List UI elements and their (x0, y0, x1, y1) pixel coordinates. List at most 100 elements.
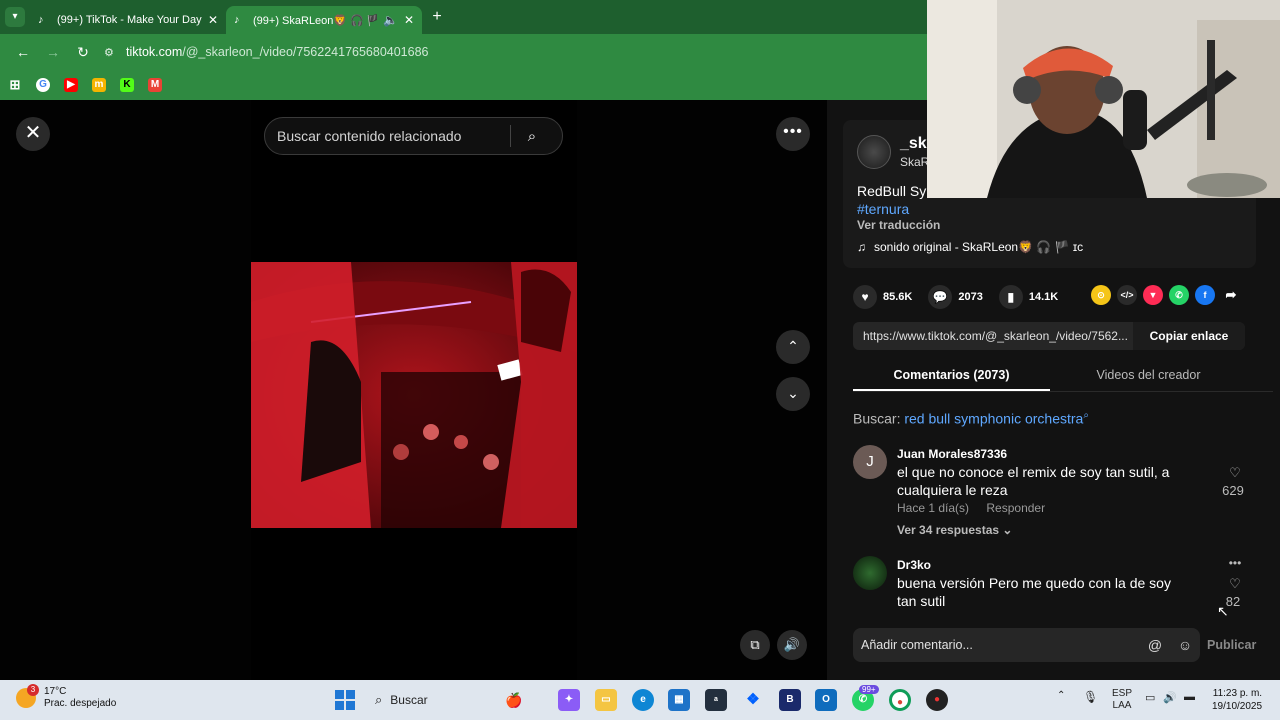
music-note-icon: ♫ (857, 240, 866, 254)
reply-button[interactable]: Responder (986, 501, 1045, 515)
outlook-icon[interactable]: O (815, 689, 837, 711)
network-icon[interactable]: ▭ (1145, 691, 1155, 704)
reload-button[interactable]: ↻ (68, 44, 98, 61)
send-icon[interactable]: ▼ (1143, 285, 1163, 305)
like-count: 85.6K (883, 291, 913, 303)
close-video-button[interactable]: ✕ (16, 117, 50, 151)
related-search-input[interactable] (265, 128, 510, 144)
comment-username[interactable]: Juan Morales87336 (897, 447, 1007, 461)
amazon-icon[interactable]: a (705, 689, 727, 711)
webcam-overlay (927, 0, 1280, 198)
close-tab-icon[interactable]: ✕ (404, 13, 414, 27)
search-icon[interactable]: ⌕ (511, 128, 553, 145)
next-video-button[interactable]: ⌄ (776, 377, 810, 411)
chevron-down-icon: ⌄ (1002, 523, 1013, 537)
tab-creator-videos[interactable]: Videos del creador (1050, 360, 1247, 391)
weather-condition: Prac. despejado (44, 698, 117, 709)
fruit-app-icon[interactable]: 🍎 (503, 689, 525, 711)
related-search-box: ⌕ (264, 117, 563, 155)
recorder-icon[interactable]: ● (926, 689, 948, 711)
comment-like-count: 629 (1222, 483, 1244, 498)
lang-code: ESP (1112, 688, 1133, 699)
language-indicator[interactable]: ESP LAA (1112, 688, 1132, 712)
start-button[interactable] (335, 690, 355, 710)
emoji-icon[interactable]: ☺ (1170, 637, 1200, 653)
more-options-button[interactable]: ••• (776, 117, 810, 151)
whatsapp-icon[interactable]: ✆ (1169, 285, 1189, 305)
comment-item: Dr3ko buena versión Pero me quedo con la… (853, 556, 1273, 616)
floating-player-button[interactable]: ⧉ (740, 630, 770, 660)
back-button[interactable]: ← (8, 44, 38, 60)
microphone-icon[interactable]: 🎙 (1083, 690, 1098, 704)
speaker-icon[interactable]: 🔈 (383, 13, 398, 27)
publish-button[interactable]: Publicar (1207, 638, 1256, 652)
b-app-icon[interactable]: B (779, 689, 801, 711)
mention-icon[interactable]: @ (1140, 637, 1170, 653)
temperature: 17°C (44, 686, 67, 697)
comment-time: Hace 1 día(s) (897, 501, 970, 515)
save-count: 14.1K (1028, 291, 1059, 303)
dropbox-icon[interactable]: ❖ (742, 689, 764, 711)
author-avatar[interactable] (857, 135, 891, 169)
battery-icon[interactable]: ▬ (1184, 691, 1195, 703)
file-explorer-icon[interactable]: ▭ (595, 689, 617, 711)
comment-item: J Juan Morales87336 el que no conoce el … (853, 445, 1273, 545)
chrome-icon[interactable]: ● (889, 689, 911, 711)
address-bar[interactable]: ⚙ tiktok.com/@_skarleon_/video/756224176… (104, 45, 429, 59)
copilot-icon[interactable]: ✦ (558, 689, 580, 711)
hashtag-link[interactable]: #ternura (857, 201, 909, 217)
site-info-icon[interactable]: ⚙ (104, 46, 126, 59)
new-tab-button[interactable]: + (422, 8, 452, 26)
comment-input[interactable] (853, 638, 1140, 652)
comment-text: buena versión Pero me quedo con la de so… (897, 575, 1171, 609)
volume-tray-icon[interactable]: 🔊 (1163, 691, 1177, 704)
mouse-cursor: ↖ (1217, 603, 1229, 619)
comment-button[interactable]: 💬 2073 (928, 285, 983, 309)
kick-icon[interactable]: K (120, 78, 134, 92)
engagement-stats: ♥ 85.6K 💬 2073 ▮ 14.1K (853, 285, 1074, 309)
video-player[interactable] (251, 100, 577, 680)
gmail-icon[interactable]: M (148, 78, 162, 92)
sound-link[interactable]: ♫ sonido original - SkaRLeon🦁 🎧 🏴 ɪc (857, 240, 1083, 254)
weather-sun-icon: 3 (16, 684, 39, 708)
tab-comments[interactable]: Comentarios (2073) (853, 360, 1050, 391)
share-arrow-icon[interactable]: ➦ (1221, 285, 1241, 305)
comment-username[interactable]: Dr3ko (897, 558, 931, 572)
youtube-icon[interactable]: ▶ (64, 78, 78, 92)
volume-button[interactable]: 🔊 (777, 630, 807, 660)
save-button[interactable]: ▮ 14.1K (998, 285, 1059, 309)
close-tab-icon[interactable]: ✕ (208, 13, 218, 27)
coin-icon[interactable]: ⊙ (1091, 285, 1111, 305)
store-icon[interactable]: ▦ (668, 689, 690, 711)
tab-tiktok[interactable]: ♪ (99+) TikTok - Make Your Day ✕ (30, 6, 226, 34)
view-replies-button[interactable]: Ver 34 respuestas ⌄ (897, 523, 1012, 537)
weather-widget[interactable]: 3 17°C Prac. despejado (16, 684, 117, 710)
keyboard-layout: LAA (1112, 700, 1132, 711)
tab-search-button[interactable]: ▾ (0, 0, 30, 34)
previous-video-button[interactable]: ⌃ (776, 330, 810, 364)
google-icon[interactable]: G (36, 78, 50, 92)
comment-text: el que no conoce el remix de soy tan sut… (897, 464, 1170, 498)
suggested-search[interactable]: Buscar: red bull symphonic orchestra⌕ (853, 410, 1089, 427)
edge-icon[interactable]: e (632, 689, 654, 711)
clock-date: 19/10/2025 (1212, 701, 1263, 712)
like-button[interactable]: ♥ 85.6K (853, 285, 912, 309)
system-clock[interactable]: 11:23 p. m. 19/10/2025 (1212, 687, 1262, 713)
share-url: https://www.tiktok.com/@_skarleon_/video… (863, 329, 1128, 343)
comment-like-button[interactable]: ♡ 629 (1222, 465, 1245, 498)
embed-icon[interactable]: </> (1117, 285, 1137, 305)
heart-icon: ♥ (853, 285, 877, 309)
tab-skarleon[interactable]: ♪ (99+) SkaRLeon🦁 🎧 🏴 ɪc 🔈 ✕ (226, 6, 422, 34)
commenter-avatar[interactable]: J (853, 445, 887, 479)
bookmark-m-icon[interactable]: m (92, 78, 106, 92)
comment-more-icon[interactable]: ••• (1225, 556, 1245, 570)
tray-overflow-icon[interactable]: ⌃ (1057, 690, 1065, 701)
apps-grid-icon[interactable]: ⊞ (8, 78, 22, 92)
forward-button[interactable]: → (38, 44, 68, 60)
translate-link[interactable]: Ver traducción (857, 218, 940, 232)
copy-link-button[interactable]: Copiar enlace (1133, 322, 1245, 350)
taskbar-search-label: Buscar (390, 693, 428, 707)
search-icon: ⌕ (375, 692, 383, 707)
facebook-icon[interactable]: f (1195, 285, 1215, 305)
commenter-avatar[interactable] (853, 556, 887, 590)
